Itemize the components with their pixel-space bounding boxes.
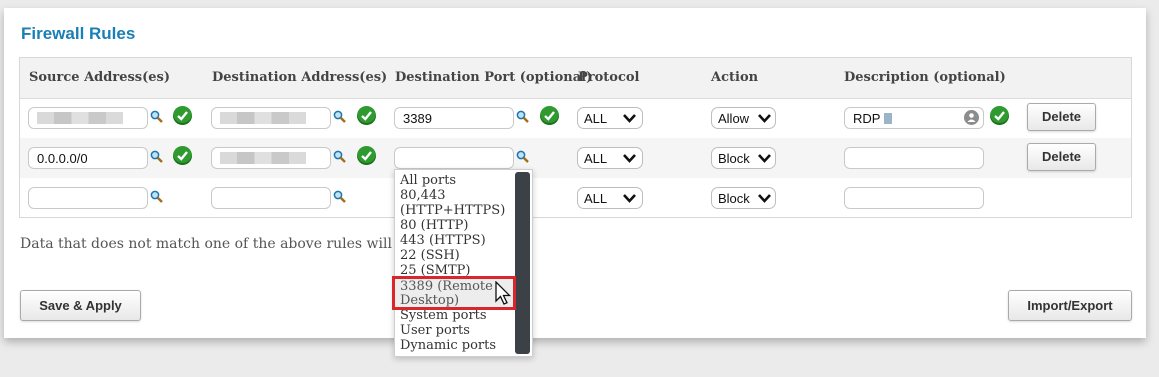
description-input[interactable] xyxy=(844,187,984,209)
chevron-down-icon xyxy=(758,114,771,123)
source-address-input[interactable]: 0.0.0.0/0 xyxy=(28,147,148,169)
valid-check-icon xyxy=(540,106,559,125)
protocol-value: ALL xyxy=(584,151,608,166)
dropdown-option[interactable]: System ports xyxy=(400,308,487,323)
table-row: 3389 ALL Allow RDP Delete xyxy=(20,98,1131,138)
page-title: Firewall Rules xyxy=(21,24,136,43)
protocol-select[interactable]: ALL xyxy=(577,107,643,129)
import-export-button[interactable]: Import/Export xyxy=(1008,290,1132,321)
save-apply-button[interactable]: Save & Apply xyxy=(20,290,141,321)
protocol-value: ALL xyxy=(584,191,608,206)
valid-check-icon xyxy=(173,106,192,125)
action-value: Block xyxy=(718,191,750,206)
source-address-input[interactable] xyxy=(28,107,148,129)
redacted-value xyxy=(37,112,123,124)
destination-address-input[interactable] xyxy=(211,147,331,169)
action-select[interactable]: Block xyxy=(711,147,776,169)
password-manager-icon[interactable] xyxy=(963,109,980,126)
option-line: 3389 (Remote xyxy=(400,279,493,294)
default-rule-note: Data that does not match one of the abov… xyxy=(20,236,406,252)
dropdown-option[interactable]: 443 (HTTPS) xyxy=(400,233,486,248)
action-select[interactable]: Block xyxy=(711,187,776,209)
search-icon[interactable] xyxy=(516,150,529,163)
dropdown-scrollbar[interactable] xyxy=(515,172,530,354)
port-input[interactable] xyxy=(394,147,514,169)
rules-table: Source Address(es) Destination Address(e… xyxy=(19,57,1132,218)
delete-button[interactable]: Delete xyxy=(1027,103,1096,131)
action-select[interactable]: Allow xyxy=(711,107,776,129)
option-line: Desktop) xyxy=(400,293,460,308)
valid-check-icon xyxy=(357,146,376,165)
valid-check-icon xyxy=(173,146,192,165)
header-protocol: Protocol xyxy=(578,70,640,85)
port-input[interactable]: 3389 xyxy=(394,107,514,129)
destination-address-input[interactable] xyxy=(211,107,331,129)
table-row: ALL Block xyxy=(20,178,1131,218)
dropdown-option[interactable]: Dynamic ports xyxy=(400,338,496,353)
delete-button[interactable]: Delete xyxy=(1027,143,1096,171)
table-header: Source Address(es) Destination Address(e… xyxy=(20,58,1131,99)
table-row: 0.0.0.0/0 ALL Block Delete xyxy=(20,138,1131,178)
chevron-down-icon xyxy=(623,194,636,203)
search-icon[interactable] xyxy=(333,110,346,123)
dropdown-option[interactable]: (HTTP+HTTPS) xyxy=(400,203,505,218)
dropdown-option[interactable]: 80,443 xyxy=(400,188,446,203)
dropdown-option[interactable]: User ports xyxy=(400,323,470,338)
valid-check-icon xyxy=(357,106,376,125)
search-icon[interactable] xyxy=(150,190,163,203)
valid-check-icon xyxy=(990,106,1009,125)
action-value: Allow xyxy=(718,111,750,126)
protocol-value: ALL xyxy=(584,111,608,126)
redacted-value xyxy=(220,152,306,164)
description-input[interactable] xyxy=(844,147,984,169)
header-source: Source Address(es) xyxy=(29,70,170,85)
redacted-value xyxy=(220,112,306,124)
header-port: Destination Port (optional) xyxy=(395,70,593,85)
chevron-down-icon xyxy=(758,194,771,203)
search-icon[interactable] xyxy=(150,150,163,163)
search-icon[interactable] xyxy=(150,110,163,123)
destination-address-input[interactable] xyxy=(211,187,331,209)
header-action: Action xyxy=(711,70,759,85)
search-icon[interactable] xyxy=(333,150,346,163)
action-value: Block xyxy=(718,151,750,166)
chevron-down-icon xyxy=(623,114,636,123)
search-icon[interactable] xyxy=(516,110,529,123)
header-destination: Destination Address(es) xyxy=(212,70,388,85)
header-description: Description (optional) xyxy=(844,70,1006,85)
dropdown-option[interactable]: All ports xyxy=(400,173,456,188)
dropdown-option[interactable]: 22 (SSH) xyxy=(400,248,460,263)
protocol-select[interactable]: ALL xyxy=(577,187,643,209)
mouse-cursor-icon xyxy=(495,281,512,305)
redacted-value xyxy=(883,113,892,124)
port-dropdown-list[interactable]: All ports 80,443 (HTTP+HTTPS) 80 (HTTP) … xyxy=(394,169,533,357)
chevron-down-icon xyxy=(758,154,771,163)
chevron-down-icon xyxy=(623,154,636,163)
dropdown-option[interactable]: 80 (HTTP) xyxy=(400,218,469,233)
description-value: RDP xyxy=(853,111,881,126)
source-address-input[interactable] xyxy=(28,187,148,209)
protocol-select[interactable]: ALL xyxy=(577,147,643,169)
search-icon[interactable] xyxy=(333,190,346,203)
